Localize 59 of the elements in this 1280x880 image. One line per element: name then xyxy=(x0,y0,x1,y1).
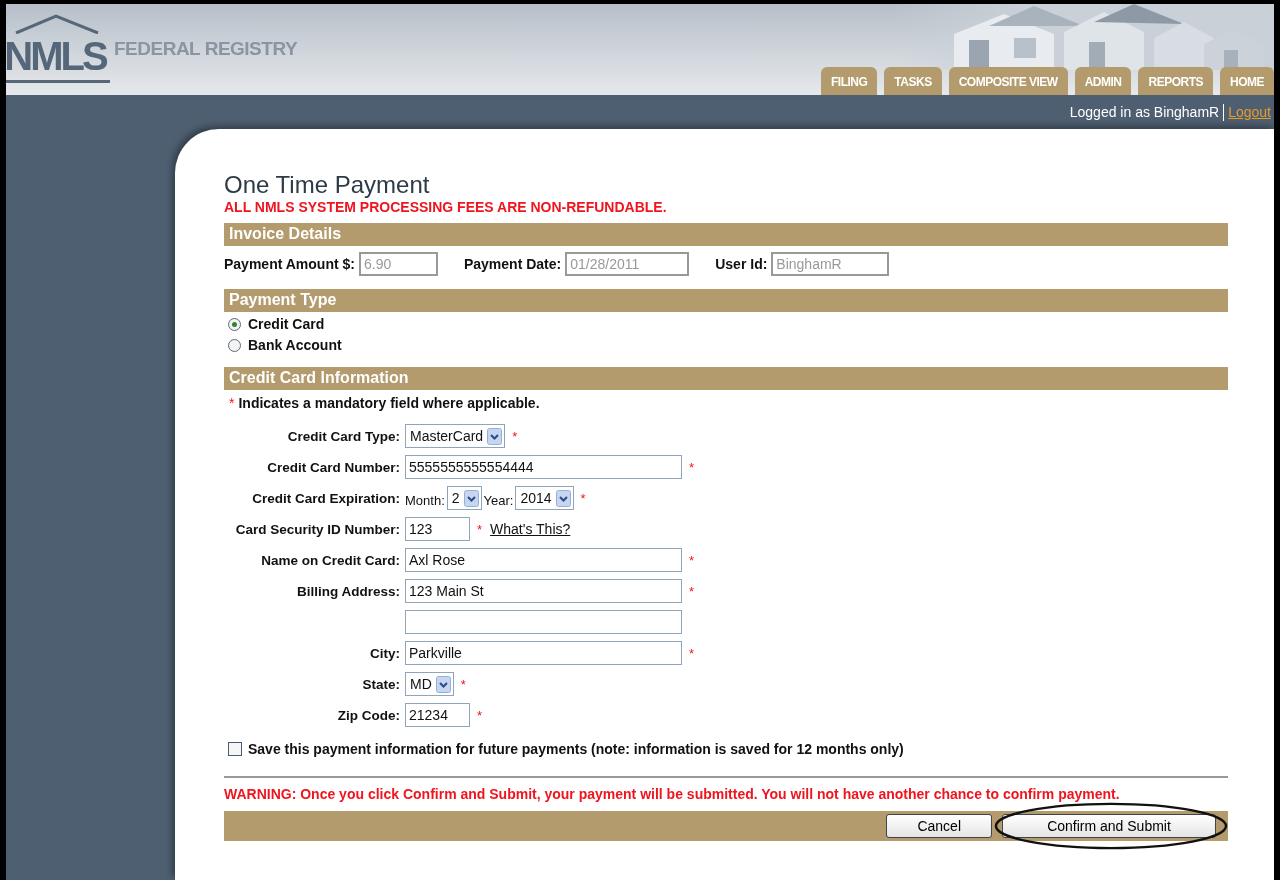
text-field[interactable] xyxy=(405,610,682,634)
checkbox[interactable] xyxy=(228,742,242,756)
required-mark: * xyxy=(512,428,518,444)
caret-icon xyxy=(463,489,479,507)
roof-icon xyxy=(14,14,100,34)
dropdown[interactable]: 2014 xyxy=(515,486,574,510)
field-label: User Id: xyxy=(715,256,768,272)
dropdown[interactable]: 2 xyxy=(446,486,482,510)
required-mark: * xyxy=(689,645,695,661)
required-mark: * xyxy=(580,490,586,506)
help-link[interactable]: What's This? xyxy=(490,521,571,537)
field-label: Credit Card Expiration: xyxy=(252,490,400,506)
field-label: Billing Address: xyxy=(297,583,400,599)
login-status: Logged in as BinghamR xyxy=(1069,104,1220,120)
action-button[interactable]: Cancel xyxy=(886,814,992,838)
text-field[interactable]: Parkville xyxy=(405,641,682,665)
text-field[interactable]: 5555555555554444 xyxy=(405,455,682,479)
caret-icon xyxy=(555,489,571,507)
fees-notice: ALL NMLS SYSTEM PROCESSING FEES ARE NON-REFUNDABLE. xyxy=(224,199,668,215)
field-label: Year: xyxy=(483,492,514,508)
field-label: Payment Date: xyxy=(463,256,562,272)
field-label: Month: xyxy=(405,492,445,508)
required-mark: * xyxy=(477,707,483,723)
required-mark: * xyxy=(689,459,695,475)
radio-button[interactable] xyxy=(228,338,241,352)
field-label: Credit Card Number: xyxy=(267,459,400,475)
text-field[interactable]: Axl Rose xyxy=(405,548,682,572)
caret-icon xyxy=(487,427,503,445)
section-header: Invoice Details xyxy=(224,223,1228,246)
required-mark: * xyxy=(477,521,483,537)
section-header: Credit Card Information xyxy=(224,367,1228,390)
text-field[interactable]: 123 Main St xyxy=(405,579,682,603)
required-mark: * xyxy=(689,583,695,599)
field-label: Credit Card Type: xyxy=(287,428,400,444)
checkbox-label: Save this payment information for future payments (note: information is saved for 12 months only) xyxy=(248,741,904,757)
caret-icon xyxy=(435,675,451,693)
radio-button[interactable] xyxy=(228,317,241,331)
field-label: Zip Code: xyxy=(337,707,400,723)
radio-label: Credit Card xyxy=(248,316,325,332)
dropdown[interactable]: MasterCard xyxy=(405,424,506,448)
mandatory-note: Indicates a mandatory field where applicable. xyxy=(238,395,540,411)
field-label: Name on Credit Card: xyxy=(261,552,400,568)
page-title: One Time Payment xyxy=(224,171,431,199)
radio-label: Bank Account xyxy=(248,337,342,353)
field-label: Payment Amount $: xyxy=(224,256,355,272)
field-label: Card Security ID Number: xyxy=(235,521,400,537)
required-mark: * xyxy=(460,676,466,692)
text-field[interactable]: 21234 xyxy=(405,703,470,727)
site-title: FEDERAL REGISTRY xyxy=(114,38,298,60)
warning-text: WARNING: Once you click Confirm and Submit, your payment will be submitted. You will not have another chance to confirm payment. xyxy=(224,786,1121,802)
field-label: State: xyxy=(362,676,400,692)
section-header: Payment Type xyxy=(224,289,1228,312)
logo[interactable]: NMLS xyxy=(6,34,110,83)
text-field[interactable]: 123 xyxy=(405,517,470,541)
required-mark: * xyxy=(229,395,235,411)
action-button[interactable]: Confirm and Submit xyxy=(1002,814,1216,838)
dropdown[interactable]: MD xyxy=(405,672,454,696)
required-mark: * xyxy=(689,552,695,568)
field-label: City: xyxy=(370,645,400,661)
